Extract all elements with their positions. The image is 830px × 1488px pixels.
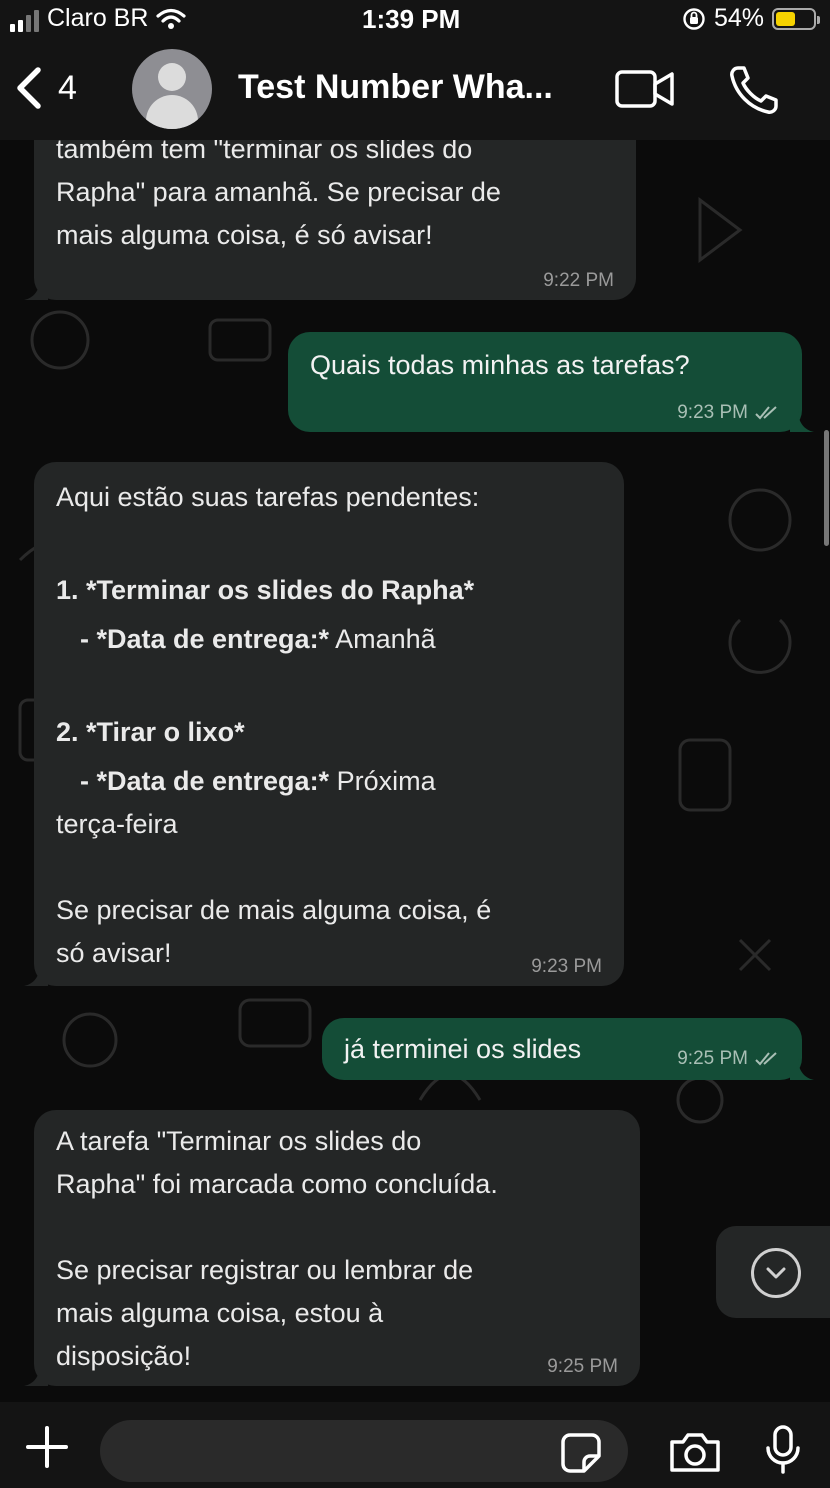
scroll-to-bottom-button[interactable] [716, 1226, 830, 1318]
read-receipt-icon [755, 406, 777, 420]
message-meta: 9:22 PM [543, 270, 614, 292]
message-text: Quais todas minhas as tarefas? [310, 350, 690, 380]
message-line: A tarefa "Terminar os slides do [56, 1126, 422, 1156]
battery-percent: 54% [713, 4, 764, 32]
status-right: 54% [682, 4, 820, 33]
plus-icon[interactable] [24, 1424, 70, 1470]
contact-name[interactable]: Test Number Wha... [238, 68, 553, 107]
message-time: 9:25 PM [677, 1048, 748, 1069]
composer-bar [0, 1402, 830, 1488]
task-title: 1. *Terminar os slides do Rapha* [56, 575, 475, 605]
task-title: 2. *Tirar o lixo* [56, 717, 245, 747]
phone-call-icon[interactable] [728, 64, 780, 116]
unread-count: 4 [58, 68, 77, 107]
clock: 1:39 PM [362, 4, 461, 34]
due-label: - *Data de entrega:* [80, 624, 330, 654]
status-bar: Claro BR 1:39 PM 54% [0, 0, 830, 40]
wifi-icon [156, 8, 187, 29]
orientation-lock-icon [683, 7, 705, 30]
microphone-icon[interactable] [764, 1424, 802, 1476]
avatar[interactable] [132, 49, 212, 129]
chevron-down-icon [751, 1248, 801, 1298]
status-left: Claro BR [10, 4, 187, 33]
message-meta: 9:23 PM [531, 956, 602, 978]
message-time: 9:23 PM [677, 402, 748, 423]
bubble-tail [24, 278, 48, 300]
message-input[interactable] [100, 1420, 628, 1482]
read-receipt-icon [755, 1052, 777, 1066]
due-value: Amanhã [329, 624, 436, 654]
message-line: Aqui estão suas tarefas pendentes: [56, 482, 480, 512]
battery-icon [772, 7, 820, 30]
message-bubble-incoming[interactable]: Aqui estão suas tarefas pendentes: 1. *T… [24, 462, 624, 986]
message-line: mais alguma coisa, estou à [56, 1298, 384, 1328]
message-meta: 9:25 PM [677, 1048, 780, 1070]
message-time: 9:22 PM [543, 270, 614, 291]
scrollbar[interactable] [824, 430, 829, 546]
message-line: disposição! [56, 1341, 192, 1371]
message-line: terça-feira [56, 809, 178, 839]
message-line: Rapha" para amanhã. Se precisar de [56, 177, 501, 207]
message-time: 9:25 PM [547, 1356, 618, 1377]
avatar-head [158, 63, 186, 91]
task-due-line: - *Data de entrega:* Próxima [56, 760, 602, 803]
chat-header: 4 Test Number Wha... [0, 40, 830, 140]
message-meta: 9:25 PM [547, 1356, 618, 1378]
due-label: - *Data de entrega:* [80, 766, 330, 796]
sticker-icon[interactable] [560, 1432, 602, 1474]
bubble-tail [790, 1058, 814, 1080]
message-bubble-incoming[interactable]: A tarefa "Terminar os slides do Rapha" f… [24, 1110, 640, 1386]
carrier-name: Claro BR [47, 4, 149, 32]
bubble-tail [24, 964, 48, 986]
message-line: mais alguma coisa, é só avisar! [56, 220, 433, 250]
signal-icon [10, 6, 39, 32]
message-bubble-outgoing[interactable]: Quais todas minhas as tarefas? 9:23 PM [288, 332, 814, 432]
back-button[interactable]: 4 [12, 66, 77, 110]
message-line: Se precisar registrar ou lembrar de [56, 1255, 474, 1285]
due-value: Próxima [329, 766, 436, 796]
bubble-tail [24, 1364, 48, 1386]
back-chevron-icon [17, 67, 41, 109]
message-line: Rapha" foi marcada como concluída. [56, 1169, 498, 1199]
message-line: só avisar! [56, 938, 172, 968]
battery-fill [776, 11, 796, 26]
message-meta: 9:23 PM [677, 402, 780, 424]
bubble-tail [790, 410, 814, 432]
avatar-body [146, 95, 198, 129]
video-call-icon[interactable] [614, 68, 676, 110]
message-bubble-outgoing[interactable]: já terminei os slides 9:25 PM [322, 1018, 814, 1080]
task-due-line: - *Data de entrega:* Amanhã [56, 618, 602, 661]
camera-icon[interactable] [668, 1430, 722, 1474]
message-line: Se precisar de mais alguma coisa, é [56, 895, 492, 925]
message-time: 9:23 PM [531, 956, 602, 977]
